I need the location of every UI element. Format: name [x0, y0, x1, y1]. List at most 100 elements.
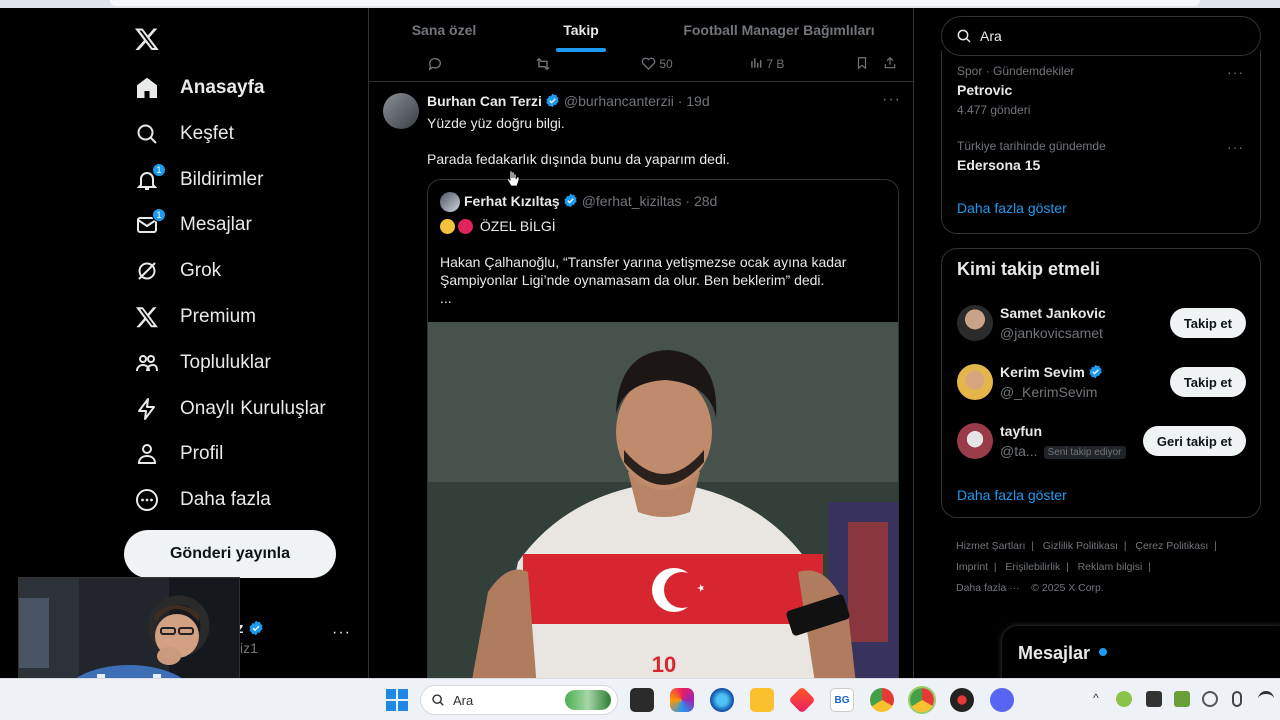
obs-icon[interactable]	[950, 688, 974, 712]
nav-item-label: Topluluklar	[180, 352, 271, 373]
nav-item-label: Premium	[180, 306, 257, 327]
avatar[interactable]	[957, 423, 993, 459]
trend-more-button[interactable]: ···	[1227, 64, 1244, 80]
like-button[interactable]: 50	[641, 56, 673, 71]
suggested-user-handle: @ta... Seni takip ediyor	[1000, 443, 1126, 459]
windows-start-icon[interactable]	[386, 689, 408, 711]
sync-icon[interactable]	[1202, 691, 1218, 707]
share-icon[interactable]	[883, 56, 897, 73]
trend-name[interactable]: Petrovic	[957, 82, 1012, 98]
footer-link[interactable]: Gizlilik Politikası	[1043, 540, 1118, 552]
tab-for-you[interactable]: Sana özel	[369, 8, 519, 52]
tweet-more-button[interactable]: ···	[882, 91, 901, 109]
account-menu-button[interactable]: ···	[332, 624, 351, 642]
yellow-circle-icon	[440, 219, 455, 234]
nav-item-verified-orgs[interactable]: Onaylı Kuruluşlar	[134, 389, 326, 429]
tray-app-icon[interactable]	[1116, 691, 1132, 707]
chevron-up-icon[interactable]: ^	[1088, 691, 1104, 707]
nav-item-communities[interactable]: Topluluklar	[134, 343, 271, 383]
browser-top-strip	[0, 0, 1280, 8]
discord-icon[interactable]	[990, 688, 1014, 712]
nav-item-more[interactable]: Daha fazla	[134, 480, 271, 520]
task-view-icon[interactable]	[630, 688, 654, 712]
microphone-icon[interactable]	[1232, 691, 1242, 707]
timeline-column: Sana özel Takip Football Manager Bağımlı…	[368, 8, 914, 678]
author-handle[interactable]: @burhancanterzii	[564, 93, 674, 109]
reply-icon[interactable]	[427, 56, 443, 75]
tray-app-icon[interactable]	[1146, 691, 1162, 707]
repost-icon[interactable]	[535, 56, 551, 75]
nav-item-messages[interactable]: 1 Mesajlar	[134, 205, 252, 245]
follow-button[interactable]: Takip et	[1169, 308, 1246, 338]
suggested-user-handle: @jankovicsamet	[1000, 325, 1103, 341]
follow-back-button[interactable]: Geri takip et	[1142, 426, 1246, 456]
who-to-follow-title: Kimi takip etmeli	[957, 259, 1101, 279]
tweet-time[interactable]: · 19d	[678, 93, 710, 109]
footer-links: Hizmet Şartları | Gizlilik Politikası | …	[956, 540, 1217, 594]
chrome-active-icon[interactable]	[908, 686, 936, 714]
mail-icon: 1	[134, 208, 166, 238]
messages-drawer[interactable]: Mesajlar	[1002, 626, 1280, 682]
suggested-user-name[interactable]: Kerim Sevim	[1000, 364, 1107, 380]
nav-item-explore[interactable]: Keşfet	[134, 114, 234, 154]
tab-list-football-manager[interactable]: Football Manager Bağımlıları	[643, 8, 913, 52]
nav-item-label: Daha fazla	[180, 489, 271, 510]
suggested-user-name[interactable]: tayfun	[1000, 423, 1042, 439]
view-count: 7 B	[766, 57, 785, 71]
avatar[interactable]	[957, 305, 993, 341]
nav-item-label: Profil	[180, 443, 224, 464]
suggested-user-handle: @_KerimSevim	[1000, 384, 1098, 400]
tab-following[interactable]: Takip	[519, 8, 643, 52]
file-explorer-icon[interactable]	[750, 688, 774, 712]
who-to-follow-show-more-link[interactable]: Daha fazla göster	[957, 487, 1067, 503]
tray-app-icon[interactable]	[1174, 691, 1190, 707]
copilot-icon[interactable]	[670, 688, 694, 712]
nav-item-profile[interactable]: Profil	[134, 434, 223, 474]
trends-show-more-link[interactable]: Daha fazla göster	[957, 200, 1067, 216]
x-icon	[134, 304, 160, 330]
trend-name[interactable]: Edersona 15	[957, 157, 1040, 173]
post-button[interactable]: Gönderi yayınla	[124, 530, 336, 578]
avatar[interactable]	[440, 192, 460, 212]
suggested-user-name[interactable]: Samet Jankovic	[1000, 305, 1106, 321]
verified-badge-icon	[1089, 364, 1102, 379]
browser-address-bar[interactable]	[110, 0, 1200, 6]
person-icon	[134, 441, 160, 467]
app-icon[interactable]	[788, 686, 816, 714]
home-icon	[134, 75, 160, 101]
tweet-header: Burhan Can Terzi @burhancanterzii · 19d	[427, 93, 710, 109]
quoted-tweet[interactable]: Ferhat Kızıltaş @ferhat_kiziltas · 28d ÖZ…	[427, 179, 899, 678]
people-icon	[134, 350, 160, 376]
nav-item-grok[interactable]: Grok	[134, 251, 221, 291]
avatar[interactable]	[957, 364, 993, 400]
follow-button[interactable]: Takip et	[1169, 367, 1246, 397]
unread-dot	[1099, 648, 1107, 656]
footer-link[interactable]: Imprint	[956, 561, 988, 573]
footer-link[interactable]: Reklam bilgisi	[1078, 561, 1143, 573]
edge-icon[interactable]	[710, 688, 734, 712]
chrome-icon[interactable]	[870, 688, 894, 712]
x-logo-icon[interactable]	[134, 26, 160, 60]
nav-item-home[interactable]: Anasayfa	[134, 68, 265, 108]
bg-app-icon[interactable]: BG	[830, 688, 854, 712]
footer-link[interactable]: Daha fazla ···	[956, 582, 1020, 594]
bell-icon: 1	[134, 163, 166, 193]
nav-item-notifications[interactable]: 1 Bildirimler	[134, 160, 263, 200]
views-button[interactable]: 7 B	[749, 56, 784, 71]
trend-more-button[interactable]: ···	[1227, 139, 1244, 155]
author-name[interactable]: Burhan Can Terzi	[427, 93, 542, 109]
trend-category: Türkiye tarihinde gündemde	[957, 139, 1106, 153]
tweet-photo[interactable]: 10	[428, 322, 898, 678]
footer-link[interactable]: Erişilebilirlik	[1005, 561, 1060, 573]
messages-drawer-title: Mesajlar	[1018, 643, 1091, 663]
bookmark-icon[interactable]	[855, 56, 869, 73]
user-handle-text: @ta...	[1000, 443, 1038, 459]
wifi-icon[interactable]	[1258, 691, 1274, 707]
nav-item-premium[interactable]: Premium	[134, 297, 256, 337]
footer-link[interactable]: Çerez Politikası	[1135, 540, 1208, 552]
trends-panel: Spor · Gündemdekiler ··· Petrovic 4.477 …	[941, 50, 1261, 234]
taskbar-search-input[interactable]: Ara	[420, 685, 618, 715]
avatar[interactable]	[383, 93, 419, 129]
right-sidebar: Ara Spor · Gündemdekiler ··· Petrovic 4.…	[914, 8, 1280, 682]
footer-link[interactable]: Hizmet Şartları	[956, 540, 1025, 552]
